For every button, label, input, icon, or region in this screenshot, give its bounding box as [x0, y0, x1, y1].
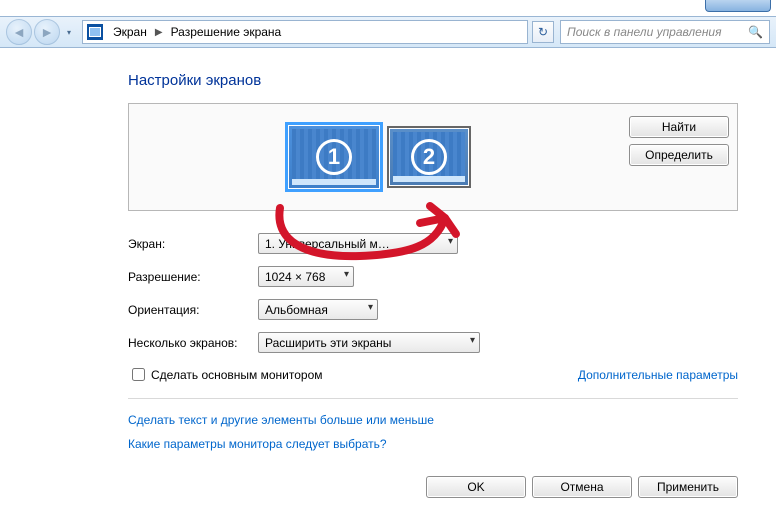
search-input[interactable]: Поиск в панели управления 🔍 [560, 20, 770, 44]
explorer-nav-bar: ◄ ► ▾ Экран ▶ Разрешение экрана ↻ Поиск … [0, 16, 776, 48]
advanced-settings-link[interactable]: Дополнительные параметры [578, 368, 738, 382]
screen-select-value: 1. Универсальный м… [265, 237, 390, 251]
display-cpl-icon [87, 24, 103, 40]
resolution-select-value: 1024 × 768 [265, 270, 325, 284]
nav-history-dropdown[interactable]: ▾ [62, 22, 76, 42]
dialog-button-bar: OK Отмена Применить [426, 476, 738, 498]
which-settings-link[interactable]: Какие параметры монитора следует выбрать… [128, 437, 738, 451]
display-preview-box: 1 2 Найти Определить [128, 103, 738, 211]
monitor-2[interactable]: 2 [387, 126, 471, 188]
back-button[interactable]: ◄ [6, 19, 32, 45]
search-icon: 🔍 [748, 25, 763, 39]
resolution-label: Разрешение: [128, 270, 258, 284]
multi-display-select-value: Расширить эти экраны [265, 336, 391, 350]
monitor-arrangement-area[interactable]: 1 2 [137, 112, 619, 202]
breadcrumb-level-2[interactable]: Разрешение экрана [167, 25, 286, 39]
monitor-number-badge: 1 [316, 139, 352, 175]
identify-button[interactable]: Определить [629, 144, 729, 166]
settings-form: Экран: 1. Универсальный м… Разрешение: 1… [128, 233, 738, 451]
screen-select[interactable]: 1. Универсальный м… [258, 233, 458, 254]
refresh-icon: ↻ [538, 25, 548, 39]
preview-side-buttons: Найти Определить [619, 112, 729, 202]
separator [128, 398, 738, 399]
monitor-number-badge: 2 [411, 139, 447, 175]
orientation-label: Ориентация: [128, 303, 258, 317]
multi-display-label: Несколько экранов: [128, 336, 258, 350]
search-placeholder: Поиск в панели управления [567, 25, 722, 39]
resolution-select[interactable]: 1024 × 768 [258, 266, 354, 287]
page-title: Настройки экранов [128, 72, 738, 89]
monitor-taskbar [292, 179, 376, 185]
apply-button[interactable]: Применить [638, 476, 738, 498]
primary-monitor-checkbox[interactable] [132, 368, 145, 381]
forward-button[interactable]: ► [34, 19, 60, 45]
find-button[interactable]: Найти [629, 116, 729, 138]
cancel-button[interactable]: Отмена [532, 476, 632, 498]
monitor-taskbar [393, 176, 465, 182]
text-size-link[interactable]: Сделать текст и другие элементы больше и… [128, 413, 738, 427]
content-pane: Настройки экранов 1 2 Найти Определить Э… [0, 48, 776, 510]
primary-monitor-checkbox-label: Сделать основным монитором [151, 368, 323, 382]
monitor-1[interactable]: 1 [285, 122, 383, 192]
address-bar[interactable]: Экран ▶ Разрешение экрана [82, 20, 528, 44]
breadcrumb-level-1[interactable]: Экран [109, 25, 151, 39]
multi-display-select[interactable]: Расширить эти экраны [258, 332, 480, 353]
arrow-right-icon: ► [40, 24, 54, 40]
refresh-button[interactable]: ↻ [532, 21, 554, 43]
ok-button[interactable]: OK [426, 476, 526, 498]
titlebar-button-fragment [705, 0, 771, 12]
chevron-right-icon[interactable]: ▶ [151, 27, 167, 38]
orientation-select-value: Альбомная [265, 303, 328, 317]
orientation-select[interactable]: Альбомная [258, 299, 378, 320]
screen-label: Экран: [128, 237, 258, 251]
arrow-left-icon: ◄ [12, 24, 26, 40]
